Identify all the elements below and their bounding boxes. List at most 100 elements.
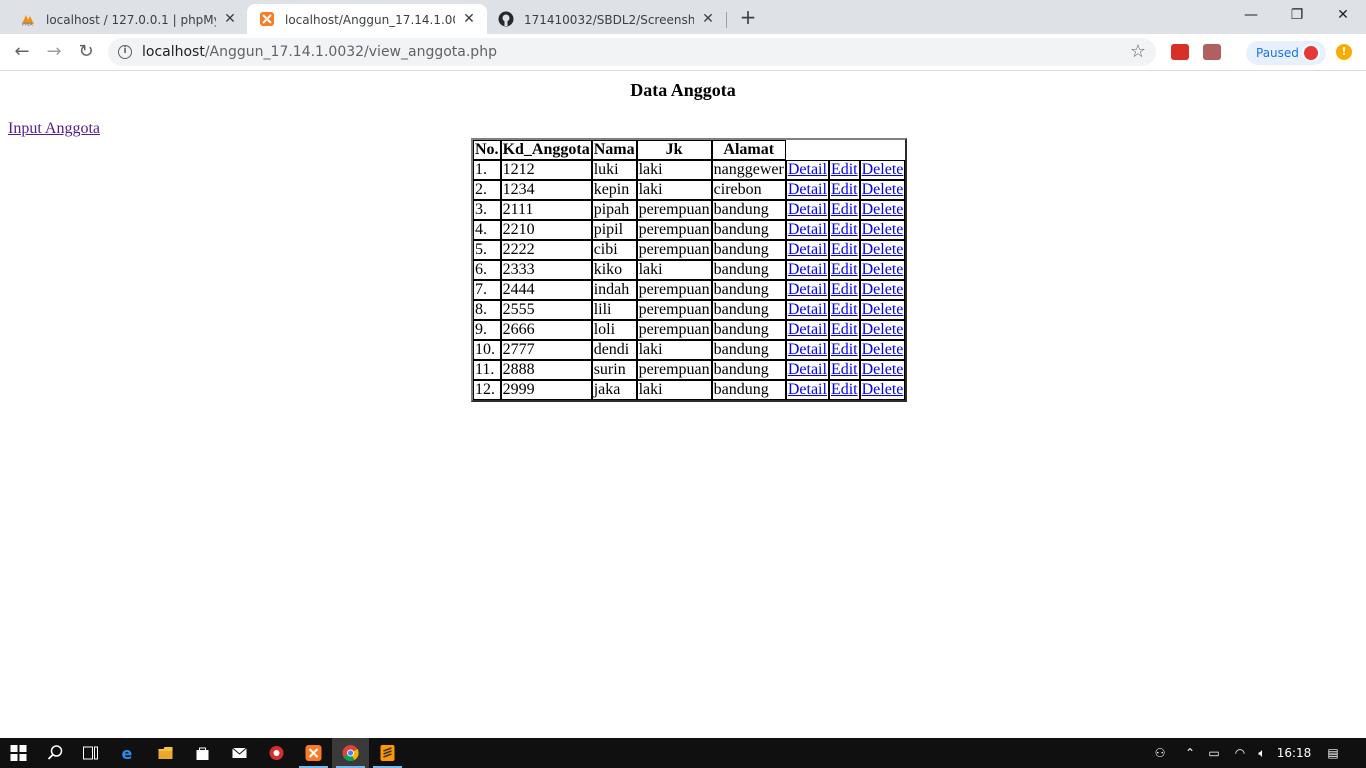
taskbar-chrome[interactable]: [332, 738, 369, 768]
back-arrow-icon[interactable]: ←: [8, 38, 36, 66]
delete-link[interactable]: Delete: [862, 341, 904, 358]
delete-link[interactable]: Delete: [862, 241, 904, 258]
tab-title: 171410032/SBDL2/Screenshots at master: [524, 13, 694, 27]
new-tab-button[interactable]: +: [736, 5, 760, 29]
table-cell: loli: [591, 320, 637, 340]
table-cell: kepin: [591, 180, 637, 200]
profile-status: Paused: [1256, 46, 1299, 60]
table-cell: 2.: [473, 180, 501, 200]
extension-red-icon[interactable]: [1171, 44, 1189, 60]
table-cell: 6.: [473, 260, 501, 280]
edit-link[interactable]: Edit: [831, 221, 858, 238]
delete-link[interactable]: Delete: [862, 321, 904, 338]
action-cell: Delete: [859, 200, 906, 220]
chevron-up-icon[interactable]: ⌃: [1180, 738, 1200, 768]
delete-link[interactable]: Delete: [862, 221, 904, 238]
detail-link[interactable]: Detail: [788, 181, 827, 198]
taskbar-edge[interactable]: e: [110, 738, 147, 768]
github-icon: [498, 11, 514, 27]
detail-link[interactable]: Detail: [788, 201, 827, 218]
battery-icon[interactable]: ▭: [1204, 738, 1224, 768]
taskbar-xampp[interactable]: [295, 738, 332, 768]
start-button[interactable]: [0, 738, 37, 768]
close-tab-icon[interactable]: ✕: [461, 11, 477, 27]
taskbar-mail[interactable]: [221, 738, 258, 768]
profile-button[interactable]: Paused: [1246, 41, 1326, 65]
table-cell: bandung: [711, 280, 786, 300]
table-cell: nanggewer: [711, 160, 786, 180]
delete-link[interactable]: Delete: [862, 261, 904, 278]
delete-link[interactable]: Delete: [862, 201, 904, 218]
wifi-icon[interactable]: ◠: [1228, 738, 1252, 768]
notification-icon[interactable]: ▤: [1320, 738, 1346, 768]
table-cell: 2333: [500, 260, 592, 280]
delete-link[interactable]: Delete: [862, 181, 904, 198]
delete-link[interactable]: Delete: [862, 361, 904, 378]
volume-icon[interactable]: 🔈︎: [1252, 738, 1272, 768]
url-text[interactable]: localhost/Anggun_17.14.1.0032/view_anggo…: [142, 44, 497, 60]
reload-icon[interactable]: ↻: [72, 38, 100, 66]
input-anggota-link[interactable]: Input Anggota: [8, 120, 100, 138]
taskbar-sublime[interactable]: [369, 738, 406, 768]
minimize-button[interactable]: —: [1228, 0, 1274, 30]
edit-link[interactable]: Edit: [831, 341, 858, 358]
task-view-button[interactable]: [72, 738, 109, 768]
edit-link[interactable]: Edit: [831, 261, 858, 278]
delete-link[interactable]: Delete: [862, 381, 904, 398]
edit-link[interactable]: Edit: [831, 301, 858, 318]
detail-link[interactable]: Detail: [788, 161, 827, 178]
taskbar-file-explorer[interactable]: [147, 738, 184, 768]
taskbar: e ⚇ ⌃ ▭ ◠ 🔈︎ 16:18 ▤: [0, 738, 1366, 768]
table-header-row: No. Kd_Anggota Nama Jk Alamat: [473, 140, 905, 160]
table-cell: bandung: [711, 300, 786, 320]
forward-arrow-icon[interactable]: →: [40, 38, 68, 66]
table-cell: perempuan: [636, 300, 712, 320]
detail-link[interactable]: Detail: [788, 361, 827, 378]
tab-phpmyadmin[interactable]: PMA localhost / 127.0.0.1 | phpMyAdmin ✕: [8, 4, 248, 34]
detail-link[interactable]: Detail: [788, 301, 827, 318]
clock[interactable]: 16:18: [1276, 738, 1312, 768]
edit-link[interactable]: Edit: [831, 321, 858, 338]
table-row: 7. 2444 indah perempuan bandung Detail Edit Del…: [473, 280, 906, 300]
tab-view-anggota[interactable]: localhost/Anggun_17.14.1.0032/view_anggo…: [247, 4, 487, 34]
detail-link[interactable]: Detail: [788, 381, 827, 398]
chrome-menu-icon[interactable]: !: [1336, 44, 1352, 60]
close-tab-icon[interactable]: ✕: [700, 11, 716, 27]
taskbar-app-red[interactable]: [258, 738, 295, 768]
detail-link[interactable]: Detail: [788, 241, 827, 258]
close-tab-icon[interactable]: ✕: [222, 11, 238, 27]
pdf-extension-icon[interactable]: [1203, 44, 1221, 60]
detail-link[interactable]: Detail: [788, 261, 827, 278]
taskbar-store[interactable]: [184, 738, 221, 768]
action-cell: Delete: [859, 240, 906, 260]
detail-link[interactable]: Detail: [788, 341, 827, 358]
delete-link[interactable]: Delete: [862, 281, 904, 298]
edit-link[interactable]: Edit: [831, 381, 858, 398]
detail-link[interactable]: Detail: [788, 221, 827, 238]
edit-link[interactable]: Edit: [831, 361, 858, 378]
site-info-icon[interactable]: i: [118, 45, 132, 59]
search-icon: [47, 745, 63, 760]
delete-link[interactable]: Delete: [862, 161, 904, 178]
column-header: Alamat: [711, 140, 786, 160]
table-row: 11. 2888 surin perempuan bandung Detail Edit De…: [473, 360, 906, 380]
tab-github[interactable]: 171410032/SBDL2/Screenshots at master ✕: [486, 4, 726, 34]
table-cell: 7.: [473, 280, 501, 300]
address-bar[interactable]: i localhost/Anggun_17.14.1.0032/view_ang…: [108, 38, 1156, 66]
table-cell: luki: [591, 160, 637, 180]
close-window-button[interactable]: ✕: [1320, 0, 1366, 30]
taskbar-search[interactable]: [37, 738, 74, 768]
edit-link[interactable]: Edit: [831, 161, 858, 178]
detail-link[interactable]: Detail: [788, 281, 827, 298]
edit-link[interactable]: Edit: [831, 281, 858, 298]
detail-link[interactable]: Detail: [788, 321, 827, 338]
edit-link[interactable]: Edit: [831, 201, 858, 218]
table-cell: 12.: [473, 380, 501, 400]
bookmark-star-icon[interactable]: ☆: [1130, 42, 1146, 62]
edit-link[interactable]: Edit: [831, 181, 858, 198]
delete-link[interactable]: Delete: [862, 301, 904, 318]
edit-link[interactable]: Edit: [831, 241, 858, 258]
people-icon[interactable]: ⚇: [1150, 738, 1170, 768]
table-cell: 2666: [500, 320, 592, 340]
restore-button[interactable]: ❐: [1274, 0, 1320, 30]
